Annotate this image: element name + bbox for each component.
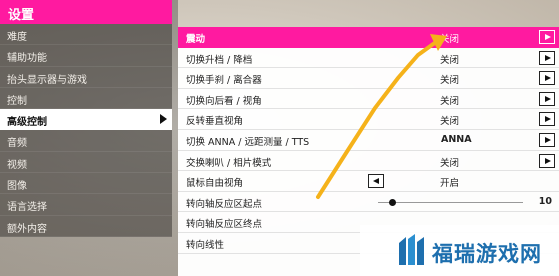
option-label: 鼠标自由视角 [186, 178, 244, 190]
arrow-right-icon[interactable] [539, 50, 555, 65]
slider-value: 10 [538, 195, 552, 207]
slider-track[interactable] [378, 201, 523, 203]
option-label: 反转垂直视角 [186, 116, 244, 128]
category-video[interactable]: 视频 [0, 151, 172, 174]
arrow-right-icon[interactable] [539, 91, 555, 106]
settings-category-panel: 设置 难度 辅助功能 抬头显示器与游戏 控制 高级控制 音频 视频 图像 语言选… [0, 0, 172, 276]
category-label: 视频 [7, 159, 27, 171]
option-deadzone-start[interactable]: 转向轴反应区起点 10 [178, 192, 559, 213]
option-value: 关闭 [440, 116, 460, 128]
category-accessibility[interactable]: 辅助功能 [0, 45, 172, 67]
category-hud-gameplay[interactable]: 抬头显示器与游戏 [0, 66, 172, 88]
settings-title: 设置 [0, 0, 172, 24]
option-label: 震动 [186, 34, 206, 45]
option-label: 切换升档 / 降档 [186, 54, 253, 66]
option-label: 交换喇叭 / 相片模式 [186, 157, 272, 169]
option-label: 切换向后看 / 视角 [186, 95, 262, 107]
option-label: 切换手刹 / 离合器 [186, 75, 262, 87]
site-logo-icon [399, 234, 424, 265]
watermark: 福瑞游戏网 [360, 225, 559, 276]
arrow-right-icon[interactable] [539, 153, 555, 168]
arrow-left-icon[interactable] [368, 174, 384, 189]
category-audio[interactable]: 音频 [0, 130, 172, 152]
arrow-right-icon[interactable] [539, 30, 555, 44]
option-label: 转向线性 [186, 239, 225, 251]
option-value: 关闭 [440, 157, 460, 169]
category-controls[interactable]: 控制 [0, 87, 172, 110]
option-label: 转向轴反应区起点 [186, 198, 263, 210]
category-label: 音频 [7, 138, 27, 150]
option-horn-photo[interactable]: 交换喇叭 / 相片模式 关闭 [178, 151, 559, 172]
arrow-right-icon[interactable] [539, 71, 555, 86]
option-handbrake-clutch[interactable]: 切换手刹 / 离合器 关闭 [178, 68, 559, 89]
category-label: 额外内容 [7, 223, 47, 235]
arrow-right-icon[interactable] [539, 112, 555, 127]
category-difficulty[interactable]: 难度 [0, 24, 172, 46]
option-label: 切换 ANNA / 远距测量 / TTS [186, 136, 310, 148]
category-label: 图像 [7, 181, 27, 193]
slider-handle[interactable] [389, 198, 396, 206]
category-label: 难度 [7, 32, 27, 43]
category-label: 抬头显示器与游戏 [7, 74, 87, 86]
category-label: 语言选择 [7, 202, 47, 214]
option-label: 转向轴反应区终点 [186, 219, 263, 231]
option-shift-toggle[interactable]: 切换升档 / 降档 关闭 [178, 48, 559, 69]
option-value: 关闭 [440, 34, 460, 45]
category-label: 高级控制 [7, 117, 47, 129]
category-advanced-controls[interactable]: 高级控制 [0, 109, 172, 131]
category-label: 控制 [7, 95, 27, 107]
option-value: 关闭 [440, 75, 460, 87]
option-invert-vertical[interactable]: 反转垂直视角 关闭 [178, 109, 559, 130]
option-value: 关闭 [440, 95, 460, 107]
category-language[interactable]: 语言选择 [0, 194, 172, 216]
option-vibration[interactable]: 震动 关闭 [178, 27, 559, 48]
option-value: 开启 [440, 178, 460, 190]
category-graphics[interactable]: 图像 [0, 173, 172, 195]
option-anna-toggle[interactable]: 切换 ANNA / 远距测量 / TTS ANNA [178, 130, 559, 151]
option-lookback-camera[interactable]: 切换向后看 / 视角 关闭 [178, 89, 559, 110]
chevron-right-icon [160, 114, 167, 125]
category-extra-content[interactable]: 额外内容 [0, 215, 172, 237]
option-mouse-free-look[interactable]: 鼠标自由视角 开启 [178, 171, 559, 192]
arrow-right-icon[interactable] [539, 132, 555, 147]
option-value: 关闭 [440, 54, 460, 66]
watermark-text: 福瑞游戏网 [432, 242, 542, 266]
option-value: ANNA [441, 133, 472, 145]
category-label: 辅助功能 [7, 53, 47, 65]
